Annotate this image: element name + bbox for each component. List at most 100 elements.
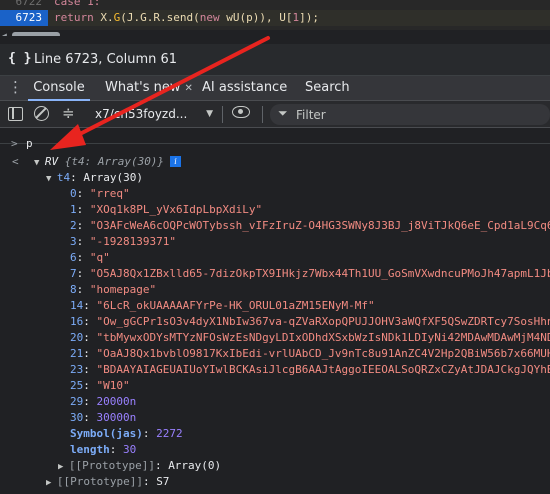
entry-separator: : bbox=[83, 379, 97, 392]
collapsed-triangle-icon[interactable]: ▶ bbox=[46, 478, 57, 488]
entry-index: 25 bbox=[70, 379, 84, 392]
entry-index: 7 bbox=[70, 267, 77, 280]
array-entry-row[interactable]: 23: "BDAAYAIAGEUAIUoYIwlBCKAsiJlcgB6AAJt… bbox=[0, 362, 550, 378]
entry-index: 6 bbox=[70, 251, 77, 264]
array-entry-row[interactable]: 14: "6LcR_okUAAAAAFYrPe-HK_ORUL01aZM15EN… bbox=[0, 298, 550, 314]
array-entry[interactable]: 16: "Ow_gGCPr1sO3v4dyX1NbIw367va-qZVaRXo… bbox=[70, 314, 550, 330]
console-result[interactable]: < ▼ RV {t4: Array(30)} i bbox=[0, 154, 550, 170]
input-expression[interactable]: p bbox=[26, 136, 33, 152]
array-entry-row[interactable]: 0: "rreq" bbox=[0, 186, 550, 202]
array-entry-row[interactable]: 1: "XOq1k8PL_yVx6IdpLbpXdiLy" bbox=[0, 202, 550, 218]
array-entry-row[interactable]: 16: "Ow_gGCPr1sO3v4dyX1NbIw367va-qZVaRXo… bbox=[0, 314, 550, 330]
entry-separator: : bbox=[154, 459, 169, 472]
array-entry-row[interactable]: 20: "tbMywxODYsMTYzNFOsWzEsNDgyLDIxODhdX… bbox=[0, 330, 550, 346]
tab-label: What's new bbox=[105, 80, 181, 95]
tree-row[interactable]: length: 30 bbox=[0, 442, 550, 458]
eye-icon[interactable] bbox=[232, 106, 250, 118]
array-entry[interactable]: 6: "q" bbox=[70, 250, 110, 266]
filter-input[interactable] bbox=[296, 106, 536, 123]
line-number[interactable]: 6722 bbox=[0, 0, 48, 10]
array-entry-row[interactable]: 8: "homepage" bbox=[0, 282, 550, 298]
tab-console[interactable]: Console bbox=[28, 76, 90, 101]
filter-field[interactable]: ⏷ bbox=[270, 104, 550, 125]
tab-search[interactable]: Search bbox=[305, 76, 350, 101]
object-prototype-entry[interactable]: ▶ [[Prototype]]: S7 bbox=[46, 474, 169, 490]
entry-key: [[Prototype]] bbox=[56, 475, 143, 488]
expand-triangle-icon[interactable]: ▼ bbox=[46, 174, 57, 184]
entry-index: 8 bbox=[70, 283, 77, 296]
array-entry-row[interactable]: 25: "W10" bbox=[0, 378, 550, 394]
array-entry[interactable]: 30: 30000n bbox=[70, 410, 136, 426]
entry-value: "rreq" bbox=[89, 187, 130, 200]
entry-separator: : bbox=[76, 203, 90, 216]
array-entry-row[interactable]: 29: 20000n bbox=[0, 394, 550, 410]
entry-index: 29 bbox=[70, 395, 84, 408]
array-entry-row[interactable]: 21: "OaAJ8Qx1bvblO9817KxIbEdi-vrlUAbCD_J… bbox=[0, 346, 550, 362]
array-entry[interactable]: 2: "O3AFcWeA6cOQPcWOTybssh_vIFzIruZ-O4HG… bbox=[70, 218, 550, 234]
clear-console-icon[interactable] bbox=[34, 106, 49, 121]
console-output[interactable]: > p < ▼ RV {t4: Array(30)} i ▼ t4: Array(… bbox=[0, 128, 550, 494]
collapsed-triangle-icon[interactable]: ▶ bbox=[58, 462, 69, 472]
cursor-position: Line 6723, Column 61 bbox=[34, 52, 178, 67]
property-t4[interactable]: ▼ t4: Array(30) bbox=[46, 170, 143, 186]
entry-separator: : bbox=[83, 315, 97, 328]
sidebar-toggle-icon[interactable] bbox=[8, 107, 23, 121]
array-entry[interactable]: 7: "O5AJ8Qx1ZBxlld65-7dizOkpTX9IHkjz7Wbx… bbox=[70, 266, 550, 282]
object-preview: {t4: Array(30)} bbox=[64, 155, 165, 168]
array-entry[interactable]: 25: "W10" bbox=[70, 378, 130, 394]
entry-separator: : bbox=[76, 251, 90, 264]
javascript-context-select[interactable]: x7/cn53foyzd... ▼ bbox=[95, 104, 217, 124]
length-entry[interactable]: length: 30 bbox=[70, 442, 136, 458]
filter-funnel-icon: ⏷ bbox=[278, 106, 288, 120]
array-entry-row[interactable]: 7: "O5AJ8Qx1ZBxlld65-7dizOkpTX9IHkjz7Wbx… bbox=[0, 266, 550, 282]
pretty-print-icon[interactable]: { } bbox=[8, 51, 31, 66]
object-root[interactable]: ▼ RV {t4: Array(30)} i bbox=[34, 154, 182, 170]
scroll-left-icon[interactable]: ◀ bbox=[2, 31, 7, 36]
current-line-number[interactable]: 6723 bbox=[0, 10, 48, 26]
entry-key: [[Prototype]] bbox=[68, 459, 155, 472]
entry-value: "O3AFcWeA6cOQPcWOTybssh_vIFzIruZ-O4HG3SW… bbox=[89, 219, 550, 232]
code-text: case 1: bbox=[54, 0, 101, 8]
array-entry[interactable]: 1: "XOq1k8PL_yVx6IdpLbpXdiLy" bbox=[70, 202, 262, 218]
tree-row[interactable]: ▶ [[Prototype]]: S7 bbox=[0, 474, 550, 490]
code-token: (J.G.R.send( bbox=[120, 11, 200, 24]
editor-status-bar: { } Line 6723, Column 61 bbox=[0, 44, 550, 76]
tree-row[interactable]: ▶ [[Prototype]]: Array(0) bbox=[0, 458, 550, 474]
tab-whats-new[interactable]: What's new ✕ bbox=[105, 76, 193, 101]
code-token: X. bbox=[93, 11, 114, 24]
scrollbar-thumb[interactable] bbox=[12, 32, 60, 36]
info-icon[interactable]: i bbox=[170, 156, 182, 167]
tab-ai-assistance[interactable]: AI assistance bbox=[202, 76, 287, 101]
entry-index: 23 bbox=[70, 363, 84, 376]
entry-separator: : bbox=[83, 331, 97, 344]
symbol-entry[interactable]: Symbol(jas): 2272 bbox=[70, 426, 183, 442]
entry-value: "6LcR_okUAAAAAFYrPe-HK_ORUL01aZM15ENyM-M… bbox=[96, 299, 375, 312]
entry-index: 14 bbox=[70, 299, 84, 312]
array-entry[interactable]: 0: "rreq" bbox=[70, 186, 130, 202]
horizontal-scrollbar[interactable]: ◀ bbox=[0, 30, 550, 36]
entry-index: 3 bbox=[70, 235, 77, 248]
array-entry-row[interactable]: 3: "-1928139371" bbox=[0, 234, 550, 250]
array-entry-row[interactable]: 6: "q" bbox=[0, 250, 550, 266]
array-entry[interactable]: 3: "-1928139371" bbox=[70, 234, 176, 250]
array-entry[interactable]: 20: "tbMywxODYsMTYzNFOsWzEsNDgyLDIxODhdX… bbox=[70, 330, 550, 346]
array-entry[interactable]: 29: 20000n bbox=[70, 394, 136, 410]
property-value: Array(30) bbox=[83, 171, 143, 184]
array-entry-row[interactable]: 2: "O3AFcWeA6cOQPcWOTybssh_vIFzIruZ-O4HG… bbox=[0, 218, 550, 234]
tree-row[interactable]: Symbol(jas): 2272 bbox=[0, 426, 550, 442]
array-entry[interactable]: 23: "BDAAYAIAGEUAIUoYIwlBCKAsiJlcgB6AAJt… bbox=[70, 362, 550, 378]
array-entry-row[interactable]: 30: 30000n bbox=[0, 410, 550, 426]
entry-separator: : bbox=[76, 187, 90, 200]
create-live-expression-icon[interactable]: ≑ bbox=[62, 104, 78, 122]
close-icon[interactable]: ✕ bbox=[185, 83, 193, 94]
entry-separator: : bbox=[76, 283, 90, 296]
more-tabs-icon[interactable]: ⋮ bbox=[8, 78, 23, 96]
property-separator: : bbox=[70, 171, 84, 184]
tree-row[interactable]: ▼ t4: Array(30) bbox=[0, 170, 550, 186]
array-entry[interactable]: 14: "6LcR_okUAAAAAFYrPe-HK_ORUL01aZM15EN… bbox=[70, 298, 375, 314]
array-entry[interactable]: 8: "homepage" bbox=[70, 282, 156, 298]
code-line: 6722 case 1: bbox=[0, 0, 550, 10]
array-prototype-entry[interactable]: ▶ [[Prototype]]: Array(0) bbox=[58, 458, 221, 474]
array-entry[interactable]: 21: "OaAJ8Qx1bvblO9817KxIbEdi-vrlUAbCD_J… bbox=[70, 346, 550, 362]
expand-triangle-icon[interactable]: ▼ bbox=[34, 158, 45, 168]
